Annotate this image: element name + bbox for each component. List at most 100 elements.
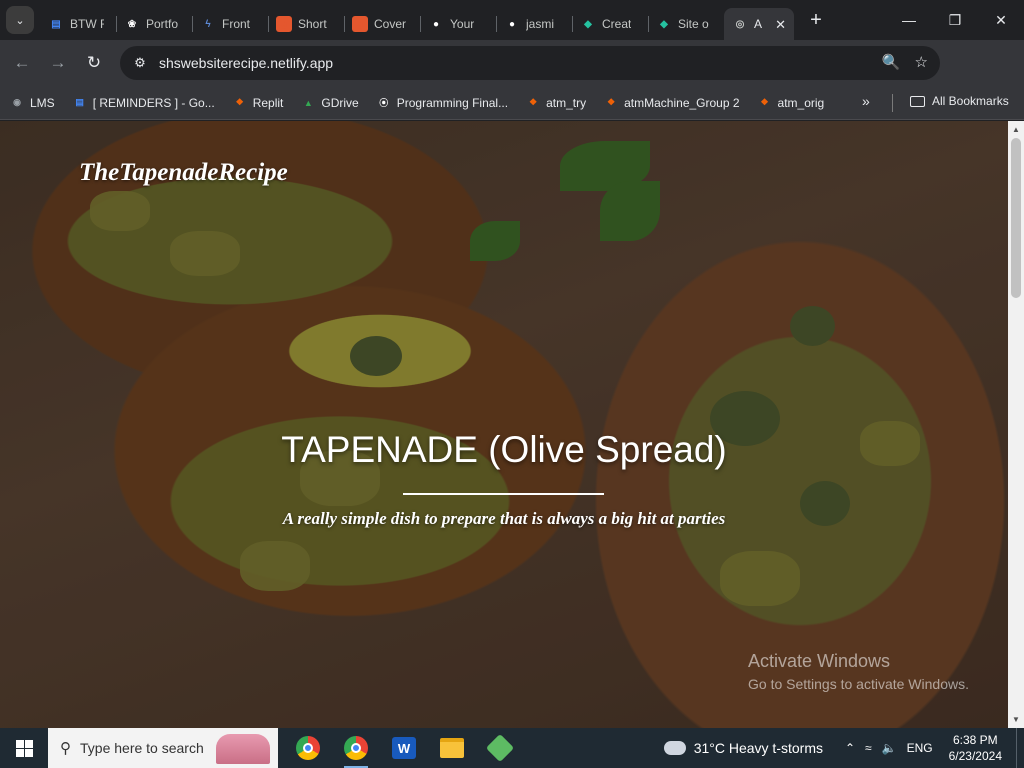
bookmark-item[interactable]: ❖ atm_try [526,96,586,110]
scrollbar-thumb[interactable] [1011,138,1021,298]
weather-widget[interactable]: 31°C Heavy t-storms [663,740,823,756]
language-indicator[interactable]: ENG [907,741,933,755]
tab-item[interactable]: ◆ Creat [572,8,648,40]
chrome-profile-taskbar-button[interactable] [332,728,380,768]
tab-item[interactable]: ❀ Portfo [116,8,192,40]
watermark-line1: Activate Windows [748,651,891,671]
close-window-button[interactable]: ✕ [978,0,1024,40]
pinned-apps: W [284,728,524,768]
scroll-up-icon[interactable]: ▲ [1012,125,1020,134]
bookmark-label: GDrive [321,95,359,110]
clock-time: 6:38 PM [952,733,998,747]
tab-active[interactable]: ◎ A ✕ [724,8,794,40]
replit-icon: ❖ [529,97,538,107]
bookmark-item[interactable]: ▤ [ REMINDERS ] - Go... [73,96,214,110]
all-bookmarks-label: All Bookmarks [932,94,1009,108]
storm-cloud-icon [663,741,686,755]
chevron-down-icon: ⌄ [15,14,25,27]
system-tray: 31°C Heavy t-storms ⌃ ≈ 🔈 ENG 6:38 PM 6/… [663,728,1024,768]
more-bookmarks-icon[interactable]: » [862,93,870,109]
site-info-icon[interactable]: ⚙ [124,55,156,71]
tab-item[interactable]: g Cover [344,8,420,40]
tab-title: Site o [678,17,709,31]
tab-title: BTW F [70,17,104,31]
window-controls: — ❐ ✕ [886,0,1024,40]
hero-section: TheTapenadeRecipe TAPENADE (Olive Spread… [0,121,1008,728]
zoom-icon[interactable]: 🔍 [882,53,901,71]
new-tab-button[interactable]: + [802,6,830,34]
bookmarks-bar: ◉ LMS ▤ [ REMINDERS ] - Go... ❖ Replit ▲ GDrive… [0,86,1024,120]
restore-button[interactable]: ❐ [932,0,978,40]
tab-search-button[interactable]: ⌄ [6,6,34,34]
globe-icon: ◎ [735,18,745,30]
google-docs-icon: ▤ [75,97,84,107]
show-desktop-button[interactable] [1016,728,1024,768]
tab-item[interactable]: ● Your [420,8,496,40]
word-icon: W [392,737,416,759]
git-icon [485,733,515,763]
browser-toolbar: ← → ↻ ⚙ shswebsiterecipe.netlify.app 🔍 ☆… [0,40,1024,115]
tab-title: Short [298,17,327,31]
watermark-line2: Go to Settings to activate Windows. [748,676,969,692]
address-bar[interactable]: ⚙ shswebsiterecipe.netlify.app 🔍 ☆ [120,46,940,80]
site-brand[interactable]: TheTapenadeRecipe [79,159,288,187]
search-placeholder: Type here to search [80,740,204,756]
clock[interactable]: 6:38 PM 6/23/2024 [949,732,1002,764]
arrow-left-icon: ← [13,53,31,72]
page-scrollbar[interactable]: ▲ ▼ [1008,121,1024,728]
bookmark-star-icon[interactable]: ☆ [915,53,928,71]
bookmark-item[interactable]: ❖ atm_orig [758,96,824,110]
git-taskbar-button[interactable] [476,728,524,768]
tab-title: Creat [602,17,632,31]
bookmark-item[interactable]: ▲ GDrive [301,95,359,110]
volume-icon[interactable]: 🔈 [882,741,897,755]
arrow-right-icon: → [49,53,67,72]
browser-tab-strip: ⌄ ▤ BTW F ❀ Portfo ϟ Front g Short g Cover ● Your ● j… [0,0,1024,40]
colab-icon: ⦿ [379,98,389,108]
minimize-button[interactable]: — [886,0,932,40]
scroll-down-icon[interactable]: ▼ [1012,715,1020,724]
tab-item[interactable]: ● jasmi [496,8,572,40]
hero-title: TAPENADE (Olive Spread) [281,429,727,470]
bookmarks-divider [892,94,893,112]
bookmark-label: atm_try [546,95,587,110]
folder-icon [440,738,464,758]
chrome-icon [344,736,368,760]
forward-button[interactable]: → [40,45,76,81]
tab-item[interactable]: ϟ Front [192,8,268,40]
tab-list: ▤ BTW F ❀ Portfo ϟ Front g Short g Cover ● Your ● jas… [40,0,794,40]
tab-title: A [754,17,763,31]
word-taskbar-button[interactable]: W [380,728,428,768]
tab-item[interactable]: g Short [268,8,344,40]
activate-windows-watermark: Activate Windows Go to Settings to activ… [748,651,969,692]
bookmark-label: Replit [252,95,284,110]
start-button[interactable] [0,728,48,768]
replit-icon: ❖ [607,97,616,107]
file-explorer-taskbar-button[interactable] [428,728,476,768]
chrome-taskbar-button[interactable] [284,728,332,768]
url-text[interactable]: shswebsiterecipe.netlify.app [159,55,333,71]
reload-button[interactable]: ↻ [76,45,112,81]
back-button[interactable]: ← [4,45,40,81]
minimize-icon: — [902,12,916,28]
close-icon: ✕ [995,11,1007,28]
tab-item[interactable]: ▤ BTW F [40,8,116,40]
taskbar-search[interactable]: ⚲ Type here to search [48,728,278,768]
bookmark-item[interactable]: ⦿ Programming Final... [377,96,508,110]
all-bookmarks-button[interactable]: All Bookmarks [910,94,1009,108]
reload-icon: ↻ [86,53,102,72]
title-divider [403,493,604,495]
windows-logo-icon [15,739,33,757]
bookmark-list: ◉ LMS ▤ [ REMINDERS ] - Go... ❖ Replit ▲ GDrive… [10,96,842,110]
bookmark-item[interactable]: ❖ Replit [233,96,284,110]
bookmark-item[interactable]: ◉ LMS [10,96,55,110]
netlify-icon: ◆ [584,18,592,30]
bookmark-item[interactable]: ❖ atmMachine_Group 2 [604,96,739,110]
close-tab-icon[interactable]: ✕ [775,17,786,33]
restore-icon: ❐ [948,11,962,28]
bookmark-label: Programming Final... [396,95,509,110]
chevron-up-icon[interactable]: ⌃ [845,741,855,755]
wifi-icon[interactable]: ≈ [865,741,872,755]
netlify-icon: ◆ [660,18,668,30]
tab-item[interactable]: ◆ Site o [648,8,724,40]
